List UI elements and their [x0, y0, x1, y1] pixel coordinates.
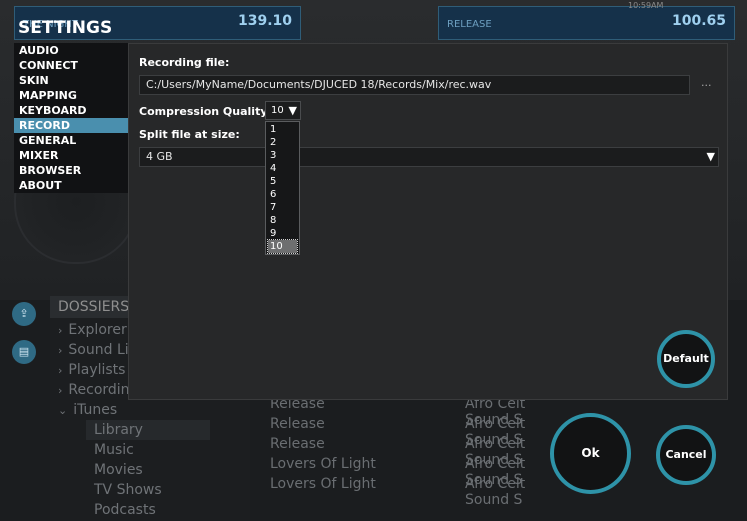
- dropdown-arrow-icon: ▼: [706, 150, 715, 163]
- nav-item-audio[interactable]: AUDIO: [14, 43, 128, 58]
- compression-quality-value: 10: [271, 105, 284, 116]
- tree-item-label: Movies: [94, 462, 143, 478]
- table-row[interactable]: Release Afro Celt Sound S: [262, 416, 562, 448]
- recording-file-label: Recording file:: [139, 56, 230, 69]
- track-title: Release: [270, 436, 325, 452]
- nav-item-connect[interactable]: CONNECT: [14, 58, 128, 73]
- tree-item[interactable]: Podcasts: [94, 502, 156, 518]
- tree-item-label: Explorer: [68, 322, 127, 338]
- dropdown-option[interactable]: 10: [267, 239, 298, 254]
- tree-item[interactable]: › Explorer: [58, 322, 127, 338]
- tree-item[interactable]: › Playlists: [58, 362, 125, 378]
- compression-quality-label: Compression Quality: [139, 105, 268, 118]
- track-artist: Afro Celt Sound S: [465, 476, 526, 508]
- nav-item-keyboard[interactable]: KEYBOARD: [14, 103, 128, 118]
- deck-b-header: RELEASE 100.65: [438, 6, 735, 40]
- nav-item-mixer[interactable]: MIXER: [14, 148, 128, 163]
- dropdown-option[interactable]: 6: [268, 188, 297, 201]
- nav-item-skin[interactable]: SKIN: [14, 73, 128, 88]
- deck-a-bpm: 139.10: [237, 13, 292, 29]
- deck-b-track: RELEASE: [447, 19, 492, 30]
- settings-dialog: Recording file: C:/Users/MyName/Document…: [128, 43, 728, 400]
- table-row[interactable]: Lovers Of Light Afro Celt Sound S: [262, 476, 562, 508]
- chevron-icon: ⌄: [58, 404, 68, 417]
- tree-item-label: Playlists: [68, 362, 126, 378]
- track-title: Release: [270, 416, 325, 432]
- tree-item-label: Library: [94, 422, 143, 438]
- chevron-icon: ›: [58, 344, 63, 357]
- table-row[interactable]: Lovers Of Light Afro Celt Sound S: [262, 456, 562, 488]
- ok-button[interactable]: Ok: [550, 413, 631, 494]
- upload-icon[interactable]: ⇪: [12, 302, 36, 326]
- tree-item[interactable]: Library: [94, 422, 143, 438]
- split-file-select[interactable]: 4 GB ▼: [139, 147, 719, 167]
- settings-title: SETTINGS: [18, 18, 113, 38]
- nav-item-record[interactable]: RECORD: [14, 118, 128, 133]
- tree-item[interactable]: TV Shows: [94, 482, 162, 498]
- deck-b-bpm: 100.65: [671, 13, 726, 29]
- tree-item-label: iTunes: [73, 402, 118, 418]
- dropdown-option[interactable]: 4: [268, 162, 297, 175]
- nav-item-browser[interactable]: BROWSER: [14, 163, 128, 178]
- chevron-icon: ›: [58, 364, 63, 377]
- browse-button[interactable]: ...: [701, 76, 712, 89]
- track-list: Release Afro Celt Sound S Release Afro Celt…: [262, 396, 562, 521]
- browser-side-icons: ⇪ ▤: [10, 298, 40, 378]
- nav-item-about[interactable]: ABOUT: [14, 178, 128, 193]
- dropdown-option[interactable]: 9: [268, 227, 297, 240]
- compression-quality-select[interactable]: 10 ▼: [265, 101, 301, 120]
- tree-item[interactable]: Movies: [94, 462, 143, 478]
- table-row[interactable]: Release Afro Celt Sound S: [262, 436, 562, 468]
- split-file-value: 4 GB: [146, 150, 173, 163]
- track-title: Lovers Of Light: [270, 456, 376, 472]
- chevron-icon: ›: [58, 384, 63, 397]
- default-button[interactable]: Default: [657, 330, 715, 388]
- tree-item[interactable]: ⌄ iTunes: [58, 402, 117, 418]
- dropdown-option[interactable]: 1: [268, 123, 297, 136]
- tree-item-label: TV Shows: [94, 482, 162, 498]
- clock: 10:59AM: [628, 1, 664, 10]
- track-title: Lovers Of Light: [270, 476, 376, 492]
- settings-nav: AUDIO CONNECT SKIN MAPPING KEYBOARD RECORD GEN…: [14, 43, 128, 193]
- dropdown-option[interactable]: 2: [268, 136, 297, 149]
- cancel-button[interactable]: Cancel: [656, 425, 716, 485]
- compression-quality-dropdown[interactable]: 1 2 3 4 5 6 7 8 9 10: [265, 121, 300, 255]
- nav-item-mapping[interactable]: MAPPING: [14, 88, 128, 103]
- nav-item-general[interactable]: GENERAL: [14, 133, 128, 148]
- dropdown-option[interactable]: 3: [268, 149, 297, 162]
- recording-file-input[interactable]: C:/Users/MyName/Documents/DJUCED 18/Reco…: [139, 75, 690, 95]
- dropdown-arrow-icon: ▼: [288, 104, 297, 117]
- dropdown-option[interactable]: 5: [268, 175, 297, 188]
- tree-item[interactable]: Music: [94, 442, 134, 458]
- drive-icon[interactable]: ▤: [12, 340, 36, 364]
- tree-item-label: Podcasts: [94, 502, 156, 518]
- chevron-icon: ›: [58, 324, 63, 337]
- split-file-label: Split file at size:: [139, 128, 240, 141]
- tree-item-label: Music: [94, 442, 134, 458]
- dropdown-option[interactable]: 7: [268, 201, 297, 214]
- dropdown-option[interactable]: 8: [268, 214, 297, 227]
